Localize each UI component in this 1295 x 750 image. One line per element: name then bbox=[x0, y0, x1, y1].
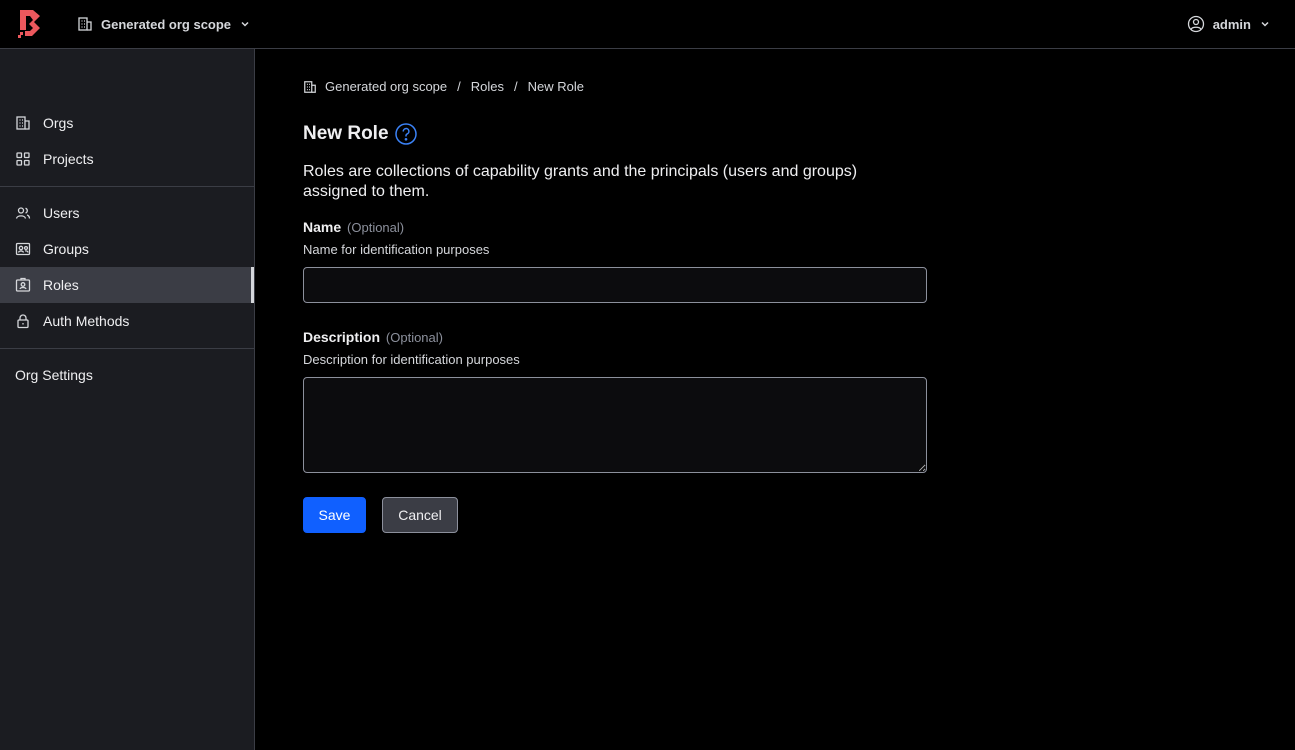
optional-tag: (Optional) bbox=[385, 330, 443, 345]
breadcrumb-link-roles[interactable]: Roles bbox=[471, 79, 504, 94]
name-input[interactable] bbox=[303, 267, 927, 303]
breadcrumb-separator: / bbox=[457, 79, 461, 94]
roles-icon bbox=[15, 277, 31, 293]
save-button[interactable]: Save bbox=[303, 497, 366, 533]
users-icon bbox=[15, 205, 31, 221]
optional-tag: (Optional) bbox=[347, 220, 405, 235]
user-menu[interactable]: admin bbox=[1187, 14, 1271, 34]
scope-switcher[interactable]: Generated org scope bbox=[77, 14, 251, 34]
user-circle-icon bbox=[1187, 15, 1205, 33]
sidebar-group-org: Orgs Projects bbox=[0, 105, 254, 177]
boundary-logo-icon[interactable] bbox=[18, 10, 44, 38]
sidebar-item-users[interactable]: Users bbox=[0, 195, 254, 231]
sidebar-group-settings: Org Settings bbox=[0, 357, 254, 393]
sidebar-item-label: Roles bbox=[43, 277, 79, 293]
sidebar-item-auth-methods[interactable]: Auth Methods bbox=[0, 303, 254, 339]
top-bar: Generated org scope admin bbox=[0, 0, 1295, 49]
sidebar-item-label: Users bbox=[43, 205, 80, 221]
page-title-row: New Role bbox=[303, 123, 417, 145]
sidebar-item-label: Auth Methods bbox=[43, 313, 130, 329]
name-field-help: Name for identification purposes bbox=[303, 242, 490, 257]
sidebar-item-roles[interactable]: Roles bbox=[0, 267, 254, 303]
sidebar-item-label: Orgs bbox=[43, 115, 74, 131]
description-field-label: Description (Optional) bbox=[303, 329, 443, 345]
building-icon bbox=[77, 16, 93, 32]
sidebar-item-orgs[interactable]: Orgs bbox=[0, 105, 254, 141]
lock-icon bbox=[15, 313, 31, 329]
sidebar-item-groups[interactable]: Groups bbox=[0, 231, 254, 267]
breadcrumb-current: New Role bbox=[527, 79, 584, 94]
page-title: New Role bbox=[303, 123, 389, 144]
help-icon[interactable] bbox=[394, 123, 417, 145]
grid-icon bbox=[15, 151, 31, 167]
description-field-help: Description for identification purposes bbox=[303, 352, 520, 367]
user-menu-label: admin bbox=[1212, 16, 1251, 32]
sidebar-item-org-settings[interactable]: Org Settings bbox=[0, 357, 254, 393]
scope-switcher-label: Generated org scope bbox=[101, 16, 232, 32]
description-textarea[interactable] bbox=[303, 377, 927, 473]
sidebar-group-iam: Users Groups Roles Auth Methods bbox=[0, 195, 254, 339]
sidebar-item-label: Groups bbox=[43, 241, 89, 257]
cancel-button[interactable]: Cancel bbox=[382, 497, 458, 533]
breadcrumb-link-scope[interactable]: Generated org scope bbox=[325, 79, 447, 94]
breadcrumb-separator: / bbox=[514, 79, 518, 94]
sidebar-item-label: Projects bbox=[43, 151, 94, 167]
name-field-label: Name (Optional) bbox=[303, 219, 404, 235]
description-label-text: Description bbox=[303, 329, 381, 345]
chevron-down-icon bbox=[1259, 18, 1271, 30]
breadcrumb: Generated org scope / Roles / New Role bbox=[303, 79, 584, 94]
sidebar-item-projects[interactable]: Projects bbox=[0, 141, 254, 177]
building-icon bbox=[15, 115, 31, 131]
sidebar-item-label: Org Settings bbox=[15, 367, 93, 383]
page-description: Roles are collections of capability gran… bbox=[303, 163, 858, 200]
chevron-down-icon bbox=[239, 18, 251, 30]
sidebar: Orgs Projects Users Groups Roles Auth Me… bbox=[0, 49, 255, 750]
building-icon bbox=[303, 80, 317, 94]
name-label-text: Name bbox=[303, 219, 342, 235]
groups-icon bbox=[15, 241, 31, 257]
